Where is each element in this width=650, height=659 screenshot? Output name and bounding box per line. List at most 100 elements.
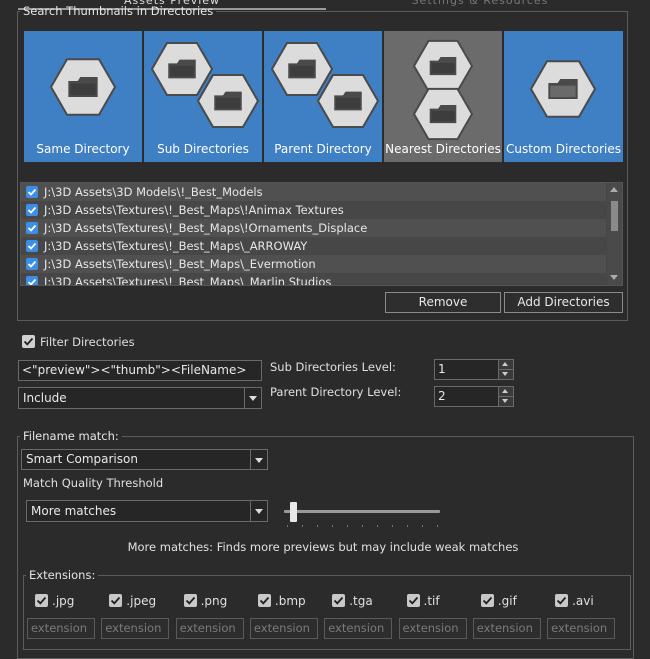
mode-parent-directory[interactable]: Parent Directory (264, 31, 382, 162)
parent-level-stepper[interactable]: 2 (434, 386, 514, 407)
directory-path: J:\3D Assets\3D Models\!_Best_Models (44, 185, 263, 199)
slider-tick (302, 525, 303, 527)
mode-label: Nearest Directories (385, 142, 501, 156)
extension-label: .jpg (52, 594, 75, 608)
extension-input[interactable]: extension (324, 618, 393, 639)
directory-list[interactable]: J:\3D Assets\3D Models\!_Best_Models J:\3… (20, 182, 623, 286)
extension-label: .gif (497, 594, 517, 608)
extension-label: .tif (423, 594, 440, 608)
directory-row[interactable]: J:\3D Assets\Textures\!_Best_Maps\_ARROW… (21, 237, 606, 255)
threshold-value: More matches (31, 504, 117, 518)
match-method-value: Smart Comparison (26, 452, 138, 466)
extension-input[interactable]: extension (472, 618, 541, 639)
extension-input[interactable]: extension (398, 618, 467, 639)
directory-path: J:\3D Assets\Textures\!_Best_Maps\!Anima… (44, 203, 344, 217)
directory-checkbox[interactable] (26, 186, 38, 198)
extension-label: .tga (349, 594, 373, 608)
filter-mode-select[interactable]: Include (18, 387, 262, 409)
slider-tick (287, 525, 288, 527)
extension-input[interactable]: extension (101, 618, 170, 639)
match-method-select[interactable]: Smart Comparison (21, 449, 268, 470)
mode-custom-directories[interactable]: Custom Directories (504, 31, 623, 162)
increment-icon[interactable] (498, 387, 513, 397)
add-directories-button[interactable]: Add Directories (504, 292, 623, 313)
check-icon (36, 596, 47, 605)
extension-checkbox[interactable] (257, 594, 271, 607)
threshold-description: More matches: Finds more previews but ma… (127, 540, 519, 554)
list-scrollbar[interactable] (607, 183, 622, 285)
directory-row[interactable]: J:\3D Assets\Textures\!_Best_Maps\_Marli… (21, 273, 606, 286)
mode-label: Parent Directory (274, 142, 372, 156)
directory-row[interactable]: J:\3D Assets\Textures\!_Best_Maps\!Anima… (21, 201, 606, 219)
increment-icon[interactable] (498, 360, 513, 370)
slider-tick (422, 525, 423, 527)
stacked-folders-icon (412, 39, 474, 141)
mode-same-directory[interactable]: Same Directory (24, 31, 142, 162)
directory-rows: J:\3D Assets\3D Models\!_Best_Models J:\3… (21, 183, 606, 286)
chevron-down-icon[interactable] (250, 450, 267, 469)
nested-folders-icon (150, 42, 260, 128)
threshold-select[interactable]: More matches (26, 500, 268, 522)
check-icon (27, 224, 37, 232)
mode-nearest-directories[interactable]: Nearest Directories (384, 31, 502, 162)
open-folder-icon (529, 60, 597, 118)
filter-directories-checkbox[interactable] (22, 335, 35, 348)
extension-checkbox[interactable] (109, 594, 123, 607)
directory-checkbox[interactable] (26, 204, 38, 216)
directory-path: J:\3D Assets\Textures\!_Best_Maps\_ARROW… (44, 239, 308, 253)
decrement-icon[interactable] (498, 397, 513, 406)
check-icon (482, 596, 492, 605)
extension-input[interactable]: extension (27, 618, 95, 639)
extension-checkbox[interactable] (35, 594, 48, 607)
extension-checkbox[interactable] (406, 594, 420, 607)
scroll-up-icon[interactable] (610, 187, 618, 192)
mode-label: Custom Directories (506, 142, 621, 156)
directory-checkbox[interactable] (26, 240, 38, 252)
directory-checkbox[interactable] (26, 258, 38, 270)
extension-checkbox[interactable] (555, 594, 569, 607)
scroll-thumb[interactable] (611, 201, 618, 231)
remove-button[interactable]: Remove (385, 292, 501, 313)
slider-tick (392, 525, 393, 527)
slider-track (284, 510, 440, 513)
sub-level-stepper[interactable]: 1 (434, 359, 514, 380)
extension-checkbox[interactable] (183, 594, 197, 607)
directory-row[interactable]: J:\3D Assets\Textures\!_Best_Maps\_Everm… (21, 255, 606, 273)
scroll-down-icon[interactable] (610, 275, 618, 280)
check-icon (27, 206, 37, 214)
slider-tick (377, 525, 378, 527)
extension-checkbox[interactable] (332, 594, 346, 607)
chevron-down-icon[interactable] (250, 501, 267, 521)
directory-row[interactable]: J:\3D Assets\3D Models\!_Best_Models (21, 183, 606, 201)
extension-label: .png (200, 594, 228, 608)
slider-handle[interactable] (290, 502, 297, 522)
extensions-title: Extensions: (29, 568, 96, 582)
filter-pattern-input[interactable]: <"preview"><"thumb"><FileName> (18, 360, 262, 381)
check-icon (556, 596, 567, 605)
extension-label: .avi (572, 594, 594, 608)
check-icon (259, 596, 270, 605)
slider-tick (347, 525, 348, 527)
extension-label: .jpeg (126, 594, 157, 608)
directory-checkbox[interactable] (26, 276, 38, 285)
extension-input[interactable]: extension (249, 618, 318, 639)
extension-input[interactable]: extension (547, 618, 616, 639)
threshold-slider[interactable] (280, 500, 444, 530)
directory-checkbox[interactable] (26, 222, 38, 234)
extension-label: .bmp (274, 594, 306, 608)
chevron-down-icon[interactable] (244, 388, 261, 408)
decrement-icon[interactable] (498, 370, 513, 379)
check-icon (185, 596, 195, 605)
extension-checkbox[interactable] (480, 594, 494, 607)
parent-level-value: 2 (438, 389, 446, 403)
extension-input[interactable]: extension (175, 618, 244, 639)
check-icon (27, 278, 37, 285)
directory-path: J:\3D Assets\Textures\!_Best_Maps\_Everm… (44, 257, 316, 271)
mode-sub-directories[interactable]: Sub Directories (144, 31, 262, 162)
check-icon (408, 596, 418, 605)
slider-tick (362, 525, 363, 527)
filename-match-title: Filename match: (23, 429, 119, 443)
directory-row[interactable]: J:\3D Assets\Textures\!_Best_Maps\!Ornam… (21, 219, 606, 237)
directory-path: J:\3D Assets\Textures\!_Best_Maps\_Marli… (44, 275, 332, 286)
check-icon (23, 337, 34, 346)
